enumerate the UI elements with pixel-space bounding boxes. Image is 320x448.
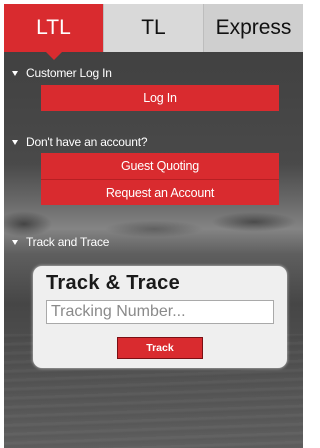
track-button[interactable]: Track <box>117 337 203 359</box>
section-heading: Track and Trace <box>26 235 110 249</box>
tab-ltl[interactable]: LTL <box>4 4 103 60</box>
card-title: Track & Trace <box>46 272 180 294</box>
quote-widget: LTL TL Express Customer Log In Log In Do… <box>4 4 303 448</box>
track-trace-card: Track & Trace Track <box>33 266 287 368</box>
section-heading: Customer Log In <box>26 66 112 80</box>
chevron-down-icon <box>12 239 18 245</box>
tab-tl[interactable]: TL <box>103 4 203 52</box>
tracking-number-input[interactable] <box>46 300 274 324</box>
guest-quoting-button[interactable]: Guest Quoting <box>41 153 279 179</box>
login-button[interactable]: Log In <box>41 85 279 111</box>
request-account-button[interactable]: Request an Account <box>41 179 279 205</box>
chevron-down-icon <box>12 70 18 76</box>
section-track-and-trace[interactable]: Track and Trace <box>12 235 109 249</box>
section-customer-login[interactable]: Customer Log In <box>12 66 112 80</box>
section-heading: Don't have an account? <box>26 135 148 149</box>
service-tabs: LTL TL Express <box>4 4 303 60</box>
tab-express[interactable]: Express <box>203 4 303 52</box>
chevron-down-icon <box>12 139 18 145</box>
section-no-account[interactable]: Don't have an account? <box>12 135 148 149</box>
